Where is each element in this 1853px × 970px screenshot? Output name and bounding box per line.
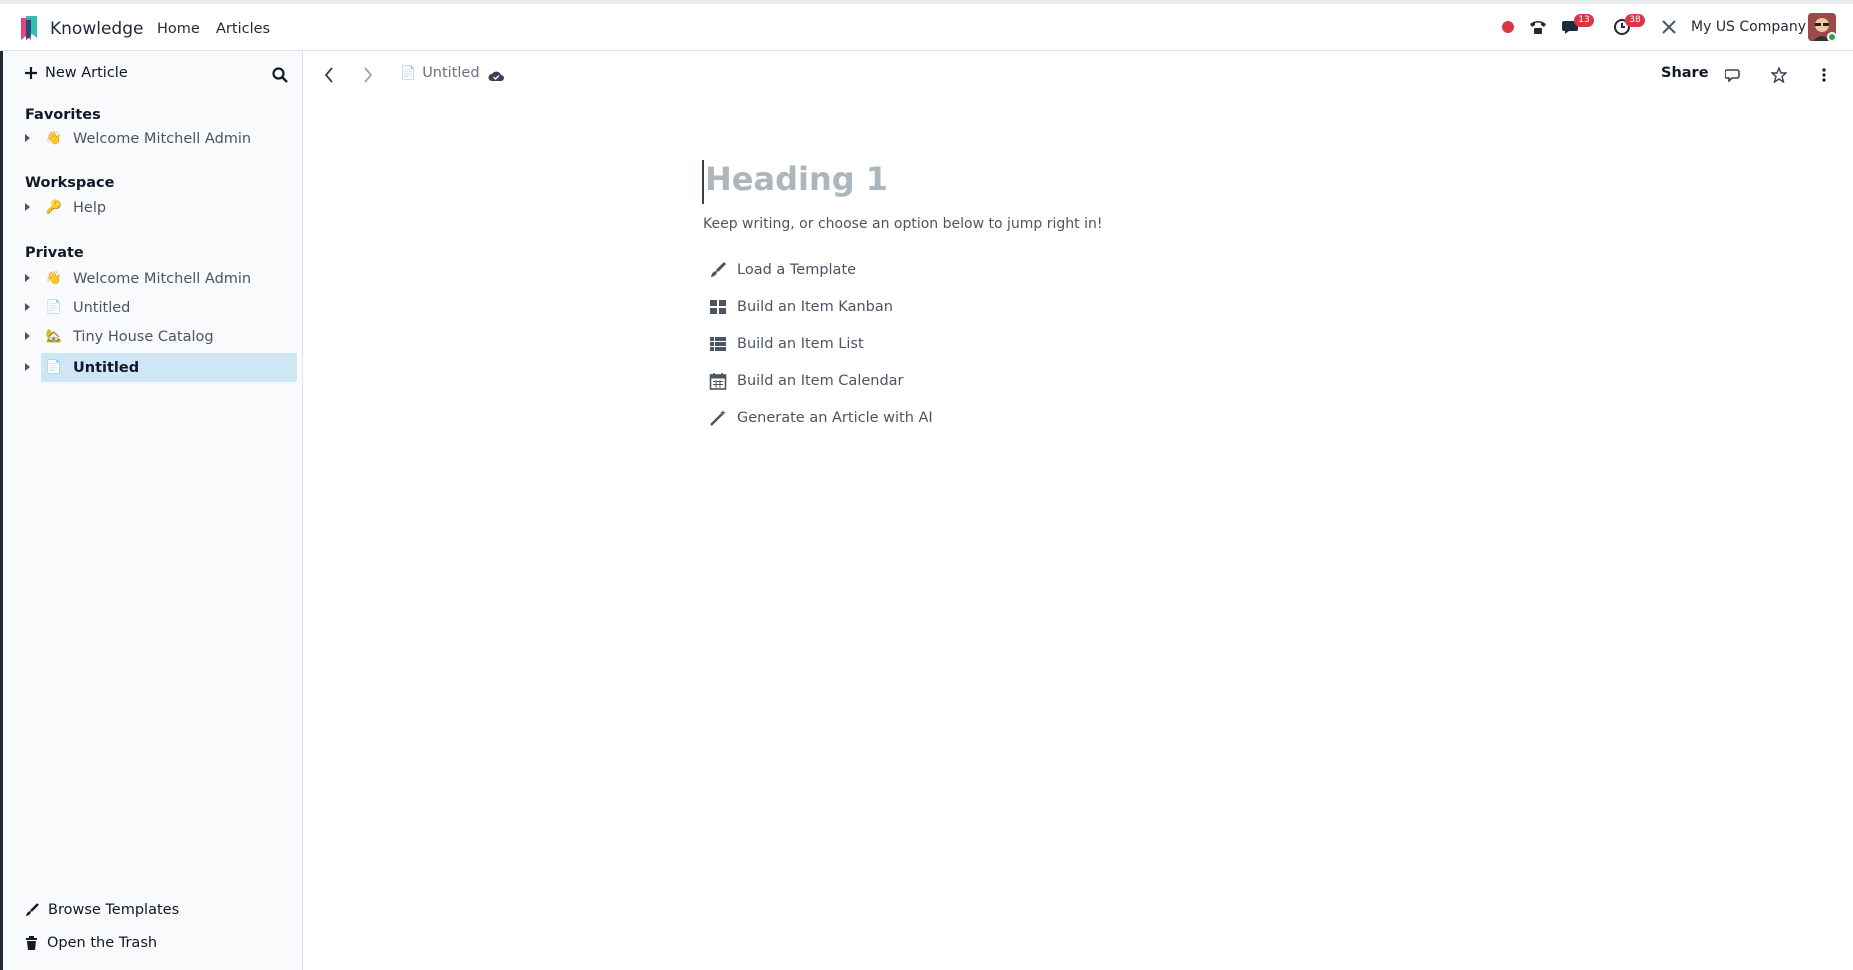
knowledge-app-logo[interactable]: [19, 16, 39, 42]
tree-item-favorite-welcome[interactable]: 👋 Welcome Mitchell Admin: [25, 124, 297, 153]
command-label: Build an Item List: [737, 336, 864, 352]
command-label: Build an Item Calendar: [737, 373, 904, 389]
breadcrumb-title: Untitled: [422, 65, 480, 81]
activity-badge: 38: [1625, 14, 1645, 27]
online-status-dot: [1827, 32, 1836, 41]
tree-item-label: Welcome Mitchell Admin: [73, 270, 252, 287]
tree-item-label: Welcome Mitchell Admin: [73, 130, 252, 147]
chevron-left-icon: [324, 67, 333, 83]
plus-icon: [25, 67, 37, 79]
article-sidebar: New Article Favorites 👋 Welcome Mitchell…: [0, 51, 303, 970]
command-label: Load a Template: [737, 262, 857, 278]
record-dot-icon[interactable]: [1497, 16, 1519, 38]
kanban-grid-icon: [710, 300, 726, 314]
share-button[interactable]: Share: [1661, 65, 1709, 81]
tree-item-untitled-active[interactable]: 📄 Untitled: [25, 353, 297, 382]
editor-hint-text: Keep writing, or choose an option below …: [703, 216, 1103, 232]
load-template-command[interactable]: Load a Template: [709, 261, 856, 279]
more-options-icon[interactable]: [1813, 64, 1835, 86]
article-heading-input[interactable]: Heading 1: [702, 160, 888, 204]
messages-badge: 13: [1574, 14, 1594, 27]
expand-caret-icon[interactable]: [25, 332, 30, 340]
expand-caret-icon[interactable]: [25, 303, 30, 311]
command-label: Generate an Article with AI: [737, 410, 933, 426]
paint-brush-icon: [711, 261, 727, 277]
open-trash-button[interactable]: Open the Trash: [25, 935, 157, 951]
chat-icon[interactable]: 13: [1560, 14, 1594, 38]
new-article-button[interactable]: New Article: [25, 65, 128, 81]
comments-icon[interactable]: [1722, 64, 1744, 86]
breadcrumb[interactable]: 📄 Untitled: [400, 65, 480, 81]
build-calendar-command[interactable]: Build an Item Calendar: [709, 372, 904, 390]
clock-activity-icon[interactable]: 38: [1611, 14, 1645, 38]
workspace-section-title: Workspace: [25, 175, 115, 191]
tree-item-private-welcome[interactable]: 👋 Welcome Mitchell Admin: [25, 264, 297, 293]
back-button[interactable]: [318, 64, 340, 86]
tree-item-label: Help: [73, 199, 107, 216]
chevron-right-icon: [364, 67, 373, 83]
page-icon: 📄: [45, 300, 63, 315]
magic-wand-icon: [710, 410, 726, 426]
build-list-command[interactable]: Build an Item List: [709, 335, 864, 353]
page-icon: 📄: [45, 360, 63, 375]
tree-item-label: Untitled: [73, 299, 131, 316]
generate-ai-article-command[interactable]: Generate an Article with AI: [709, 409, 933, 427]
page-icon: 📄: [400, 65, 417, 81]
tree-item-tiny-house-catalog[interactable]: 🏡 Tiny House Catalog: [25, 322, 297, 351]
forward-button[interactable]: [357, 64, 379, 86]
build-kanban-command[interactable]: Build an Item Kanban: [709, 298, 893, 316]
expand-caret-icon[interactable]: [25, 134, 30, 142]
app-name[interactable]: Knowledge: [50, 19, 143, 39]
expand-caret-icon[interactable]: [25, 363, 30, 371]
expand-caret-icon[interactable]: [25, 203, 30, 211]
tree-item-help[interactable]: 🔑 Help: [25, 193, 297, 222]
user-avatar[interactable]: [1808, 13, 1836, 41]
key-icon: 🔑: [45, 200, 63, 215]
house-icon: 🏡: [45, 329, 63, 344]
command-label: Build an Item Kanban: [737, 299, 893, 315]
cloud-saved-icon: [485, 65, 507, 87]
star-icon[interactable]: [1768, 64, 1790, 86]
phone-icon[interactable]: [1527, 16, 1549, 38]
list-icon: [710, 337, 726, 351]
browse-templates-label: Browse Templates: [48, 902, 180, 918]
search-icon[interactable]: [271, 66, 289, 84]
paint-brush-icon: [26, 903, 39, 916]
trash-icon: [26, 936, 37, 950]
menu-home[interactable]: Home: [157, 21, 200, 37]
tree-item-label: Tiny House Catalog: [73, 328, 214, 345]
calendar-icon: [709, 373, 727, 390]
menu-articles[interactable]: Articles: [216, 21, 270, 37]
tree-item-label: Untitled: [73, 359, 140, 376]
waving-hand-icon: 👋: [45, 131, 63, 146]
open-trash-label: Open the Trash: [47, 935, 158, 951]
browse-templates-button[interactable]: Browse Templates: [25, 902, 179, 918]
new-article-label: New Article: [45, 65, 128, 81]
expand-caret-icon[interactable]: [25, 274, 30, 282]
company-switcher[interactable]: My US Company: [1691, 19, 1806, 35]
favorites-section-title: Favorites: [25, 107, 101, 123]
waving-hand-icon: 👋: [45, 271, 63, 286]
tree-item-untitled-1[interactable]: 📄 Untitled: [25, 293, 297, 322]
tools-icon[interactable]: [1658, 16, 1680, 38]
private-section-title: Private: [25, 245, 84, 261]
